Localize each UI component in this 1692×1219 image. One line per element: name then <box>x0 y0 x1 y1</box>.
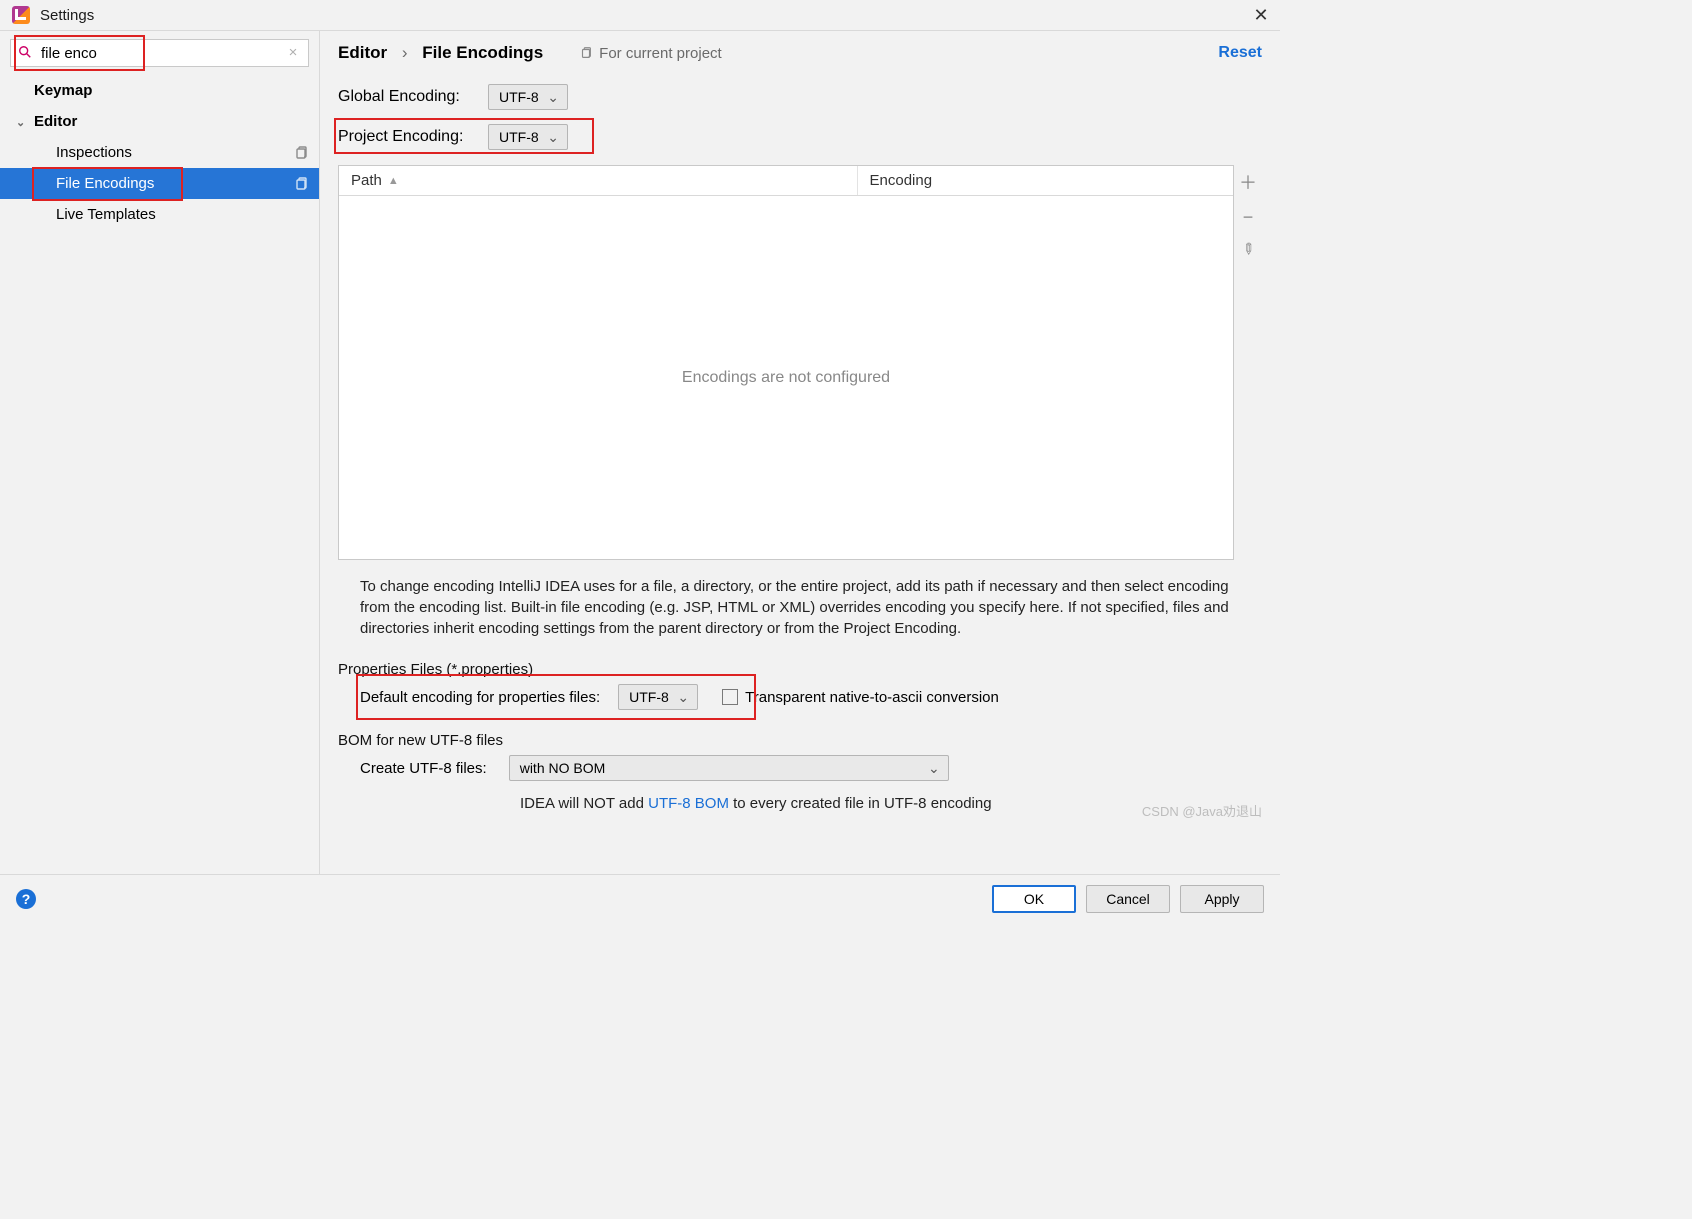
ok-button[interactable]: OK <box>992 885 1076 913</box>
table-empty-text: Encodings are not configured <box>339 196 1233 559</box>
properties-section-label: Properties Files (*.properties) <box>338 661 1262 678</box>
default-prop-encoding-dropdown[interactable]: UTF-8 ⌄ <box>618 684 698 710</box>
tree-item-inspections[interactable]: Inspections <box>0 137 319 168</box>
dialog-footer: ? OK Cancel Apply <box>0 875 1280 923</box>
tree-item-live-templates[interactable]: Live Templates <box>0 199 319 230</box>
checkbox-icon <box>722 689 738 705</box>
column-header-encoding[interactable]: Encoding <box>858 166 1233 195</box>
chevron-down-icon: ⌄ <box>547 89 559 106</box>
global-encoding-label: Global Encoding: <box>338 88 488 106</box>
default-prop-encoding-label: Default encoding for properties files: <box>360 689 600 706</box>
encoding-table: Path ▲ Encoding Encodings are not config… <box>338 165 1234 560</box>
settings-tree: Keymap ⌄ Editor Inspections File Encodin… <box>0 75 319 230</box>
help-button[interactable]: ? <box>16 889 36 909</box>
tree-item-keymap[interactable]: Keymap <box>0 75 319 106</box>
sidebar: × Keymap ⌄ Editor Inspections File Encod… <box>0 31 320 874</box>
clear-search-icon[interactable]: × <box>284 44 302 61</box>
tree-item-editor[interactable]: ⌄ Editor <box>0 106 319 137</box>
reset-link[interactable]: Reset <box>1218 44 1262 62</box>
copy-icon <box>293 145 309 161</box>
help-note: To change encoding IntelliJ IDEA uses fo… <box>360 576 1240 639</box>
sort-asc-icon: ▲ <box>388 175 399 187</box>
project-encoding-dropdown[interactable]: UTF-8 ⌄ <box>488 124 568 150</box>
tree-item-file-encodings[interactable]: File Encodings <box>0 168 319 199</box>
copy-icon <box>293 176 309 192</box>
remove-button[interactable]: − <box>1243 207 1254 228</box>
breadcrumb: Editor › File Encodings <box>338 43 543 63</box>
global-encoding-dropdown[interactable]: UTF-8 ⌄ <box>488 84 568 110</box>
transparent-ascii-checkbox[interactable]: Transparent native-to-ascii conversion <box>722 689 999 706</box>
content-pane: Editor › File Encodings For current proj… <box>320 31 1280 874</box>
chevron-down-icon: ⌄ <box>677 689 689 706</box>
bom-hint: IDEA will NOT add UTF-8 BOM to every cre… <box>520 795 1280 812</box>
app-icon <box>12 6 30 24</box>
add-button[interactable]: ＋ <box>1239 169 1257 195</box>
chevron-down-icon: ⌄ <box>928 760 940 777</box>
search-input[interactable] <box>10 39 309 67</box>
column-header-path[interactable]: Path ▲ <box>339 166 858 195</box>
chevron-down-icon: ⌄ <box>547 129 559 146</box>
project-encoding-label: Project Encoding: <box>338 128 488 146</box>
window-title: Settings <box>40 7 94 24</box>
create-utf8-dropdown[interactable]: with NO BOM ⌄ <box>509 755 949 781</box>
project-scope-badge: For current project <box>579 45 722 62</box>
edit-button[interactable]: ✎ <box>1237 238 1259 260</box>
close-button[interactable]: ✕ <box>1252 6 1270 24</box>
chevron-right-icon: › <box>402 43 408 62</box>
title-bar: Settings ✕ <box>0 0 1280 30</box>
chevron-down-icon[interactable]: ⌄ <box>16 116 25 129</box>
apply-button[interactable]: Apply <box>1180 885 1264 913</box>
utf8-bom-link[interactable]: UTF-8 BOM <box>648 795 729 812</box>
bom-section-label: BOM for new UTF-8 files <box>338 732 1262 749</box>
cancel-button[interactable]: Cancel <box>1086 885 1170 913</box>
create-utf8-label: Create UTF-8 files: <box>360 760 487 777</box>
